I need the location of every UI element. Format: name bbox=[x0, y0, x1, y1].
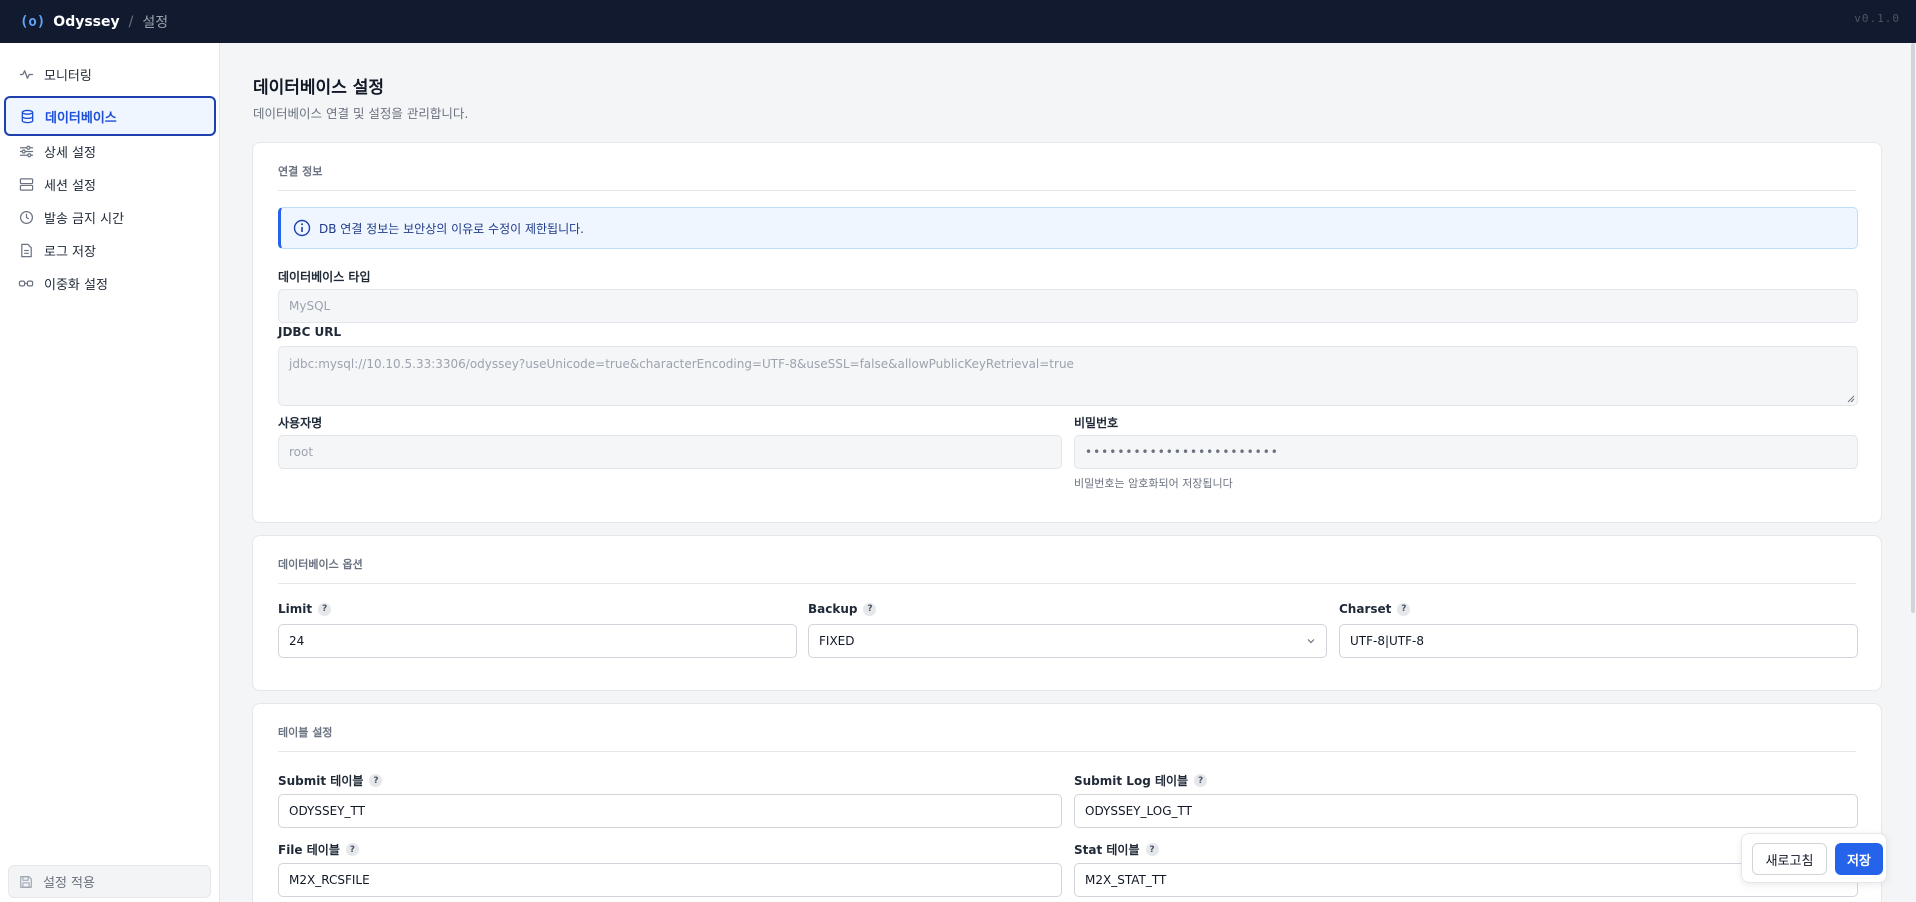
security-notice-text: DB 연결 정보는 보안상의 이유로 수정이 제한됩니다. bbox=[319, 221, 584, 236]
info-icon bbox=[293, 219, 311, 237]
version-label: v0.1.0 bbox=[1854, 12, 1900, 25]
database-options-heading: 데이터베이스 옵션 bbox=[278, 558, 363, 571]
breadcrumb-current: 설정 bbox=[142, 14, 169, 31]
file-table-label-text: File 테이블 bbox=[278, 843, 340, 857]
file-icon bbox=[18, 243, 34, 259]
page-subtitle: 데이터베이스 연결 및 설정을 관리합니다. bbox=[253, 106, 469, 121]
password-label: 비밀번호 bbox=[1074, 416, 1119, 430]
chevron-down-icon bbox=[1307, 639, 1315, 644]
sidebar-item-session[interactable]: 세션 설정 bbox=[6, 168, 214, 201]
sliders-icon bbox=[18, 144, 34, 160]
link-icon bbox=[18, 276, 34, 292]
sidebar-item-label: 발송 금지 시간 bbox=[44, 212, 125, 227]
username-label: 사용자명 bbox=[278, 416, 323, 430]
scrollbar[interactable] bbox=[1911, 43, 1915, 613]
help-icon[interactable]: ? bbox=[1194, 774, 1208, 787]
backup-label-text: Backup bbox=[808, 602, 858, 616]
help-icon[interactable]: ? bbox=[345, 843, 359, 856]
stat-table-label: Stat 테이블 ? bbox=[1074, 841, 1159, 858]
sidebar-item-blackout-time[interactable]: 발송 금지 시간 bbox=[6, 201, 214, 234]
sidebar-item-label: 로그 저장 bbox=[44, 245, 96, 260]
top-bar: (o) Odyssey / 설정 v0.1.0 bbox=[0, 0, 1916, 43]
divider bbox=[278, 190, 1856, 191]
limit-input[interactable]: 24 bbox=[278, 624, 797, 658]
clock-icon bbox=[18, 210, 34, 226]
connection-info-card: 연결 정보 DB 연결 정보는 보안상의 이유로 수정이 제한됩니다. 데이터베… bbox=[252, 142, 1882, 523]
limit-label: Limit ? bbox=[278, 602, 332, 616]
page-title: 데이터베이스 설정 bbox=[253, 78, 385, 98]
sidebar-item-label: 이중화 설정 bbox=[44, 278, 108, 293]
help-icon[interactable]: ? bbox=[863, 602, 877, 616]
sidebar-item-label: 데이터베이스 bbox=[45, 110, 117, 126]
db-type-field[interactable]: MySQL bbox=[278, 289, 1858, 323]
save-icon bbox=[19, 875, 33, 889]
resize-handle-icon[interactable] bbox=[1847, 395, 1855, 403]
file-table-input[interactable]: M2X_RCSFILE bbox=[278, 863, 1062, 897]
connection-info-heading: 연결 정보 bbox=[278, 165, 323, 178]
submit-table-input[interactable]: ODYSSEY_TT bbox=[278, 794, 1062, 828]
table-settings-card: 테이블 설정 Submit 테이블 ? ODYSSEY_TT Submit Lo… bbox=[252, 703, 1882, 902]
jdbc-url-value: jdbc:mysql://10.10.5.33:3306/odyssey?use… bbox=[289, 357, 1074, 371]
submit-table-label: Submit 테이블 ? bbox=[278, 772, 383, 789]
backup-label: Backup ? bbox=[808, 602, 877, 616]
divider bbox=[278, 751, 1856, 752]
stat-table-label-text: Stat 테이블 bbox=[1074, 843, 1140, 857]
divider bbox=[278, 583, 1856, 584]
username-field[interactable]: root bbox=[278, 435, 1062, 469]
breadcrumb-separator: / bbox=[128, 13, 134, 30]
sidebar-item-label: 세션 설정 bbox=[44, 179, 96, 194]
backup-select[interactable]: FIXED bbox=[808, 624, 1327, 658]
apply-settings-label: 설정 적용 bbox=[43, 876, 95, 891]
jdbc-url-label: JDBC URL bbox=[278, 325, 342, 339]
apply-settings-button[interactable]: 설정 적용 bbox=[8, 865, 211, 898]
charset-label: Charset ? bbox=[1339, 602, 1411, 616]
refresh-button[interactable]: 새로고침 bbox=[1752, 843, 1827, 875]
brand-name[interactable]: Odyssey bbox=[53, 14, 119, 30]
server-icon bbox=[18, 177, 34, 193]
table-settings-heading: 테이블 설정 bbox=[278, 726, 333, 739]
sidebar-item-database[interactable]: 데이터베이스 bbox=[4, 96, 216, 136]
submit-log-table-label: Submit Log 테이블 ? bbox=[1074, 772, 1208, 789]
limit-label-text: Limit bbox=[278, 602, 313, 616]
submit-log-table-label-text: Submit Log 테이블 bbox=[1074, 774, 1189, 788]
help-icon[interactable]: ? bbox=[318, 602, 332, 616]
charset-input[interactable]: UTF-8|UTF-8 bbox=[1339, 624, 1858, 658]
password-hint: 비밀번호는 암호화되어 저장됩니다 bbox=[1074, 477, 1233, 490]
security-notice: DB 연결 정보는 보안상의 이유로 수정이 제한됩니다. bbox=[278, 207, 1858, 249]
sidebar-item-redundancy[interactable]: 이중화 설정 bbox=[6, 267, 214, 300]
help-icon[interactable]: ? bbox=[1397, 602, 1411, 616]
backup-select-value: FIXED bbox=[819, 634, 855, 648]
sidebar-item-log-storage[interactable]: 로그 저장 bbox=[6, 234, 214, 267]
sidebar-item-advanced[interactable]: 상세 설정 bbox=[6, 135, 214, 168]
db-type-label: 데이터베이스 타입 bbox=[278, 270, 371, 284]
floating-action-bar: 새로고침 저장 bbox=[1741, 833, 1887, 883]
jdbc-url-field[interactable]: jdbc:mysql://10.10.5.33:3306/odyssey?use… bbox=[278, 346, 1858, 406]
save-button[interactable]: 저장 bbox=[1835, 843, 1883, 875]
help-icon[interactable]: ? bbox=[369, 774, 383, 787]
sidebar-item-monitoring[interactable]: 모니터링 bbox=[6, 58, 214, 91]
sidebar: 모니터링 데이터베이스 상세 설정 세션 설정 발송 금지 시간 로그 저장 이… bbox=[0, 43, 220, 902]
password-field[interactable]: •••••••••••••••••••••••• bbox=[1074, 435, 1858, 469]
submit-log-table-input[interactable]: ODYSSEY_LOG_TT bbox=[1074, 794, 1858, 828]
database-icon bbox=[19, 108, 35, 124]
activity-icon bbox=[18, 67, 34, 83]
database-options-card: 데이터베이스 옵션 Limit ? 24 Backup ? FIXED Char… bbox=[252, 535, 1882, 691]
submit-table-label-text: Submit 테이블 bbox=[278, 774, 364, 788]
file-table-label: File 테이블 ? bbox=[278, 841, 359, 858]
sidebar-item-label: 상세 설정 bbox=[44, 146, 96, 161]
help-icon[interactable]: ? bbox=[1145, 843, 1159, 856]
charset-label-text: Charset bbox=[1339, 602, 1392, 616]
brand-logo-icon: (o) bbox=[20, 13, 46, 30]
sidebar-item-label: 모니터링 bbox=[44, 69, 92, 84]
